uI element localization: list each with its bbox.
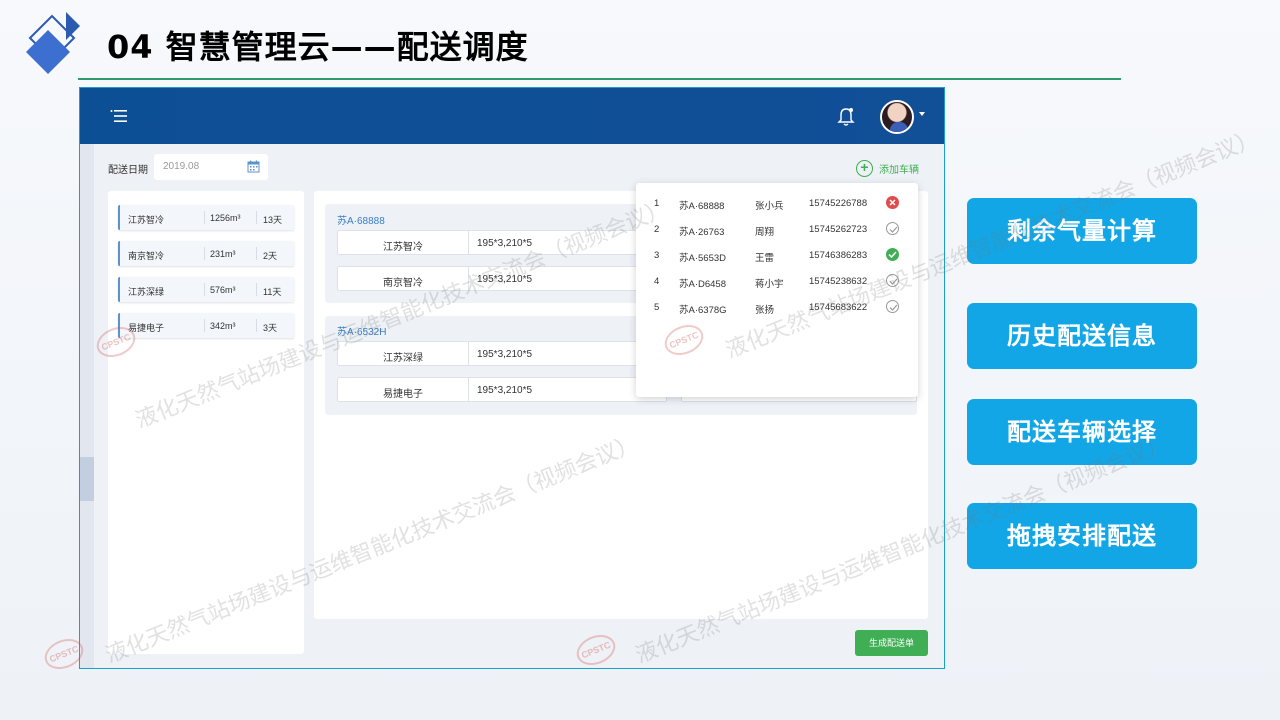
route-spec: 195*3,210*5 [477, 274, 533, 285]
company-card[interactable]: 南京智冷 231m³ 2天 [118, 241, 294, 266]
bell-icon[interactable] [836, 106, 856, 128]
add-vehicle-label: 添加车辆 [879, 164, 919, 176]
vehicle-driver: 张小兵 [755, 201, 784, 212]
company-card[interactable]: 易捷电子 342m³ 3天 [118, 313, 294, 338]
vehicle-driver: 张扬 [755, 305, 775, 316]
vehicle-option[interactable]: 1 苏A·68888 张小兵 15745226788 [636, 193, 918, 213]
check-circle-icon[interactable] [886, 222, 899, 235]
vehicle-phone: 15745238632 [809, 276, 868, 287]
vehicle-index: 1 [654, 198, 660, 209]
app-topbar [80, 88, 944, 144]
company-days: 3天 [263, 323, 278, 333]
route-company: 江苏智冷 [383, 242, 423, 253]
vehicle-plate: 苏A·5653D [679, 253, 726, 264]
vehicle-phone: 15745262723 [809, 224, 868, 235]
company-card[interactable]: 江苏深绿 576m³ 11天 [118, 277, 294, 302]
date-label: 配送日期 [108, 165, 148, 176]
company-list-panel: 江苏智冷 1256m³ 13天 南京智冷 231m³ 2天 江苏深绿 576m³… [108, 191, 304, 654]
check-circle-icon[interactable] [886, 248, 899, 261]
company-name: 江苏深绿 [128, 287, 165, 297]
company-volume: 231m³ [210, 249, 236, 259]
vehicle-plate: 苏A·68888 [679, 201, 725, 212]
route-company: 易捷电子 [383, 389, 423, 400]
company-days: 2天 [263, 251, 278, 261]
side-rail-indicator [80, 457, 94, 501]
close-circle-icon[interactable] [886, 196, 899, 209]
vehicle-driver: 周翔 [755, 227, 775, 238]
add-vehicle-button[interactable]: + 添加车辆 [856, 159, 919, 177]
date-picker-input[interactable]: 2019.08 [154, 154, 268, 180]
vehicle-phone: 15745683622 [809, 302, 868, 313]
route-plate: 苏A·68888 [337, 216, 385, 227]
vehicle-option[interactable]: 2 苏A·26763 周翔 15745262723 [636, 219, 918, 239]
route-stop-row[interactable]: 南京智冷 195*3,210*5 [337, 266, 667, 291]
date-value: 2019.08 [163, 161, 200, 172]
route-company: 南京智冷 [383, 278, 423, 289]
route-plate: 苏A·6532H [337, 327, 387, 338]
vehicle-plate: 苏A·26763 [679, 227, 725, 238]
vehicle-index: 4 [654, 276, 660, 287]
company-days: 13天 [263, 215, 283, 225]
check-circle-icon[interactable] [886, 300, 899, 313]
app-window: 配送日期 2019.08 + 添加车辆 江苏智冷 1256m³ 13天 南京智冷 [79, 87, 945, 669]
route-stop-row[interactable]: 江苏智冷 195*3,210*5 [337, 230, 667, 255]
vehicle-select-dropdown: 1 苏A·68888 张小兵 15745226788 2 苏A·26763 周翔… [636, 183, 918, 397]
vehicle-option[interactable]: 3 苏A·5653D 王雷 15746386283 [636, 245, 918, 265]
drag-schedule-button[interactable]: 拖拽安排配送 [967, 503, 1197, 569]
vehicle-index: 3 [654, 250, 660, 261]
vehicle-phone: 15745226788 [809, 198, 868, 209]
vehicle-phone: 15746386283 [809, 250, 868, 261]
plus-circle-icon: + [856, 159, 873, 177]
slide-title: 04 智慧管理云——配送调度 [107, 28, 529, 66]
vehicle-select-button[interactable]: 配送车辆选择 [967, 399, 1197, 465]
side-rail [80, 144, 94, 668]
route-company: 江苏深绿 [383, 353, 423, 364]
company-card[interactable]: 江苏智冷 1256m³ 13天 [118, 205, 294, 230]
company-volume: 342m³ [210, 321, 236, 331]
company-name: 江苏智冷 [128, 215, 165, 225]
title-divider [78, 78, 1121, 80]
slide-logo-icon [26, 12, 80, 74]
vehicle-plate: 苏A·D6458 [679, 279, 726, 290]
vehicle-plate: 苏A·6378G [679, 305, 727, 316]
route-spec: 195*3,210*5 [477, 238, 533, 249]
menu-icon[interactable] [110, 108, 128, 124]
user-avatar[interactable] [880, 100, 914, 134]
chevron-down-icon[interactable] [919, 112, 925, 116]
company-name: 易捷电子 [128, 323, 165, 333]
remaining-gas-button[interactable]: 剩余气量计算 [967, 198, 1197, 264]
calendar-icon[interactable] [247, 160, 260, 173]
company-volume: 576m³ [210, 285, 236, 295]
company-name: 南京智冷 [128, 251, 165, 261]
route-spec: 195*3,210*5 [477, 385, 533, 396]
company-volume: 1256m³ [210, 213, 241, 223]
vehicle-option[interactable]: 5 苏A·6378G 张扬 15745683622 [636, 297, 918, 317]
delivery-history-button[interactable]: 历史配送信息 [967, 303, 1197, 369]
route-stop-row[interactable]: 易捷电子 195*3,210*5 [337, 377, 667, 402]
route-stop-row[interactable]: 江苏深绿 195*3,210*5 [337, 341, 667, 366]
vehicle-option[interactable]: 4 苏A·D6458 蒋小宇 15745238632 [636, 271, 918, 291]
vehicle-index: 2 [654, 224, 660, 235]
generate-dispatch-button[interactable]: 生成配送单 [855, 630, 928, 656]
check-circle-icon[interactable] [886, 274, 899, 287]
vehicle-driver: 王雷 [755, 253, 775, 264]
vehicle-driver: 蒋小宇 [755, 279, 784, 290]
vehicle-index: 5 [654, 302, 660, 313]
route-spec: 195*3,210*5 [477, 349, 533, 360]
company-days: 11天 [263, 287, 282, 297]
